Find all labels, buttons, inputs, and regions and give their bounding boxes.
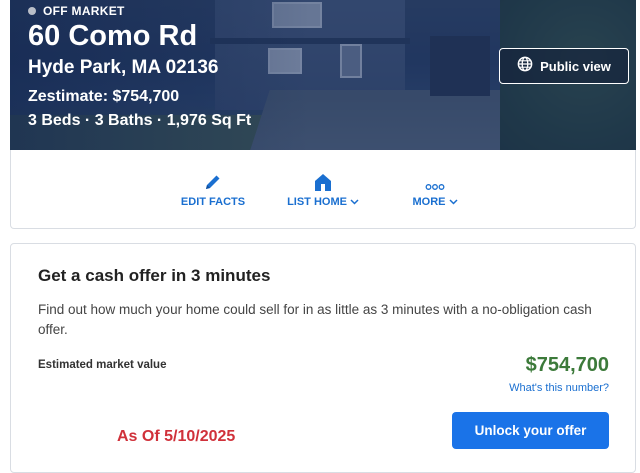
property-facts: 3 Beds · 3 Baths · 1,976 Sq Ft	[28, 112, 252, 129]
as-of-date: As Of 5/10/2025	[117, 428, 236, 445]
cash-offer-card: Get a cash offer in 3 minutes Find out h…	[10, 243, 636, 473]
property-city: Hyde Park, MA 02136	[28, 57, 219, 78]
list-home-label: LIST HOME	[287, 196, 347, 208]
property-street: 60 Como Rd	[28, 20, 198, 52]
list-home-button[interactable]: LIST HOME	[287, 170, 359, 208]
more-button[interactable]: MORE	[407, 170, 463, 208]
property-hero: OFF MARKET 60 Como Rd Hyde Park, MA 0213…	[10, 0, 636, 150]
status-text: OFF MARKET	[43, 4, 125, 18]
edit-facts-button[interactable]: EDIT FACTS	[180, 170, 246, 208]
edit-facts-label: EDIT FACTS	[180, 196, 246, 208]
more-label: MORE	[412, 196, 446, 208]
action-bar: EDIT FACTS LIST HOME MORE	[10, 150, 636, 229]
globe-icon	[517, 56, 533, 77]
estimated-value-label: Estimated market value	[38, 359, 167, 371]
chevron-down-icon	[350, 199, 359, 205]
cash-offer-description: Find out how much your home could sell f…	[38, 302, 592, 337]
public-view-label: Public view	[540, 58, 611, 74]
whats-this-number-link[interactable]: What's this number?	[509, 382, 609, 394]
unlock-offer-button[interactable]: Unlock your offer	[452, 412, 609, 449]
house-icon	[314, 170, 332, 192]
status-badge: OFF MARKET	[28, 4, 125, 18]
estimated-value-amount: $754,700	[525, 354, 609, 376]
pencil-icon	[203, 170, 223, 192]
public-view-button[interactable]: Public view	[499, 48, 629, 84]
more-dots-icon	[425, 170, 445, 192]
chevron-down-icon	[448, 199, 458, 205]
status-dot-icon	[28, 7, 36, 15]
zestimate-text: Zestimate: $754,700	[28, 88, 180, 105]
cash-offer-title: Get a cash offer in 3 minutes	[38, 266, 271, 285]
